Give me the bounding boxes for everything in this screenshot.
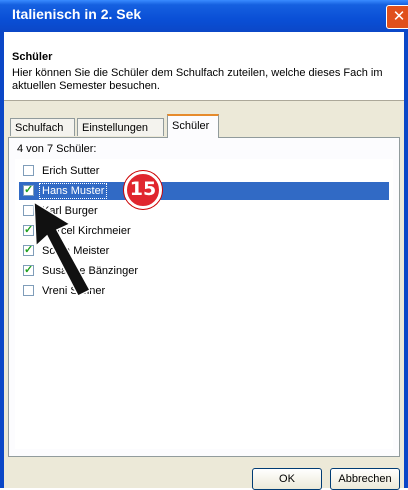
pointer-arrow-icon	[33, 200, 92, 298]
list-item[interactable]: Hans Muster	[19, 182, 389, 200]
ok-button[interactable]: OK	[252, 468, 322, 490]
tab-schueler[interactable]: Schüler	[167, 114, 219, 138]
tab-einstellungen[interactable]: Einstellungen	[77, 118, 164, 136]
dialog-header: Schüler Hier können Sie die Schüler dem …	[4, 32, 404, 101]
header-title: Schüler	[12, 51, 53, 63]
header-description: Hier können Sie die Schüler dem Schulfac…	[12, 67, 383, 92]
cancel-button[interactable]: Abbrechen	[330, 468, 400, 490]
list-item[interactable]: Erich Sutter	[19, 162, 389, 180]
student-name: Erich Sutter	[42, 165, 100, 177]
checkbox[interactable]	[23, 183, 34, 196]
window-frame-right	[404, 32, 408, 488]
title-bar[interactable]: Italienisch in 2. Sek ✕	[0, 0, 408, 32]
student-name: Hans Muster	[38, 183, 108, 199]
tab-schulfach[interactable]: Schulfach	[10, 118, 75, 136]
window-title: Italienisch in 2. Sek	[12, 6, 142, 22]
close-icon[interactable]: ✕	[386, 5, 408, 29]
student-count: 4 von 7 Schüler:	[17, 143, 97, 155]
checkbox[interactable]	[23, 165, 34, 176]
